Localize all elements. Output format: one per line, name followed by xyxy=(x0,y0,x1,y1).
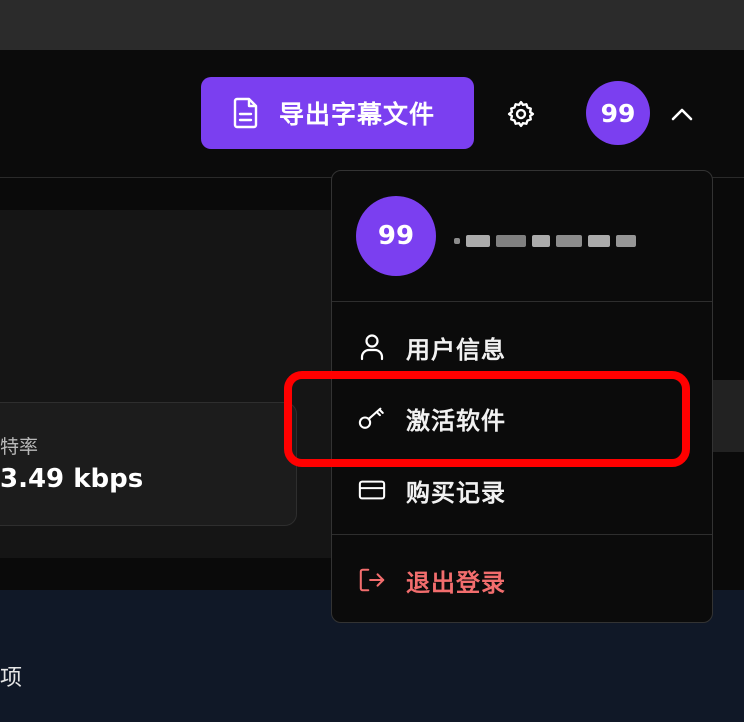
export-subtitles-label: 导出字幕文件 xyxy=(279,100,436,129)
dropdown-avatar: 99 xyxy=(356,196,436,276)
bottom-panel-text: 项 xyxy=(0,666,23,691)
credit-card-icon xyxy=(358,476,386,504)
user-dropdown-menu: 99 用户信息 激活软件 购买记录 退出登录 xyxy=(331,170,713,623)
key-icon xyxy=(358,404,386,432)
user-avatar-button[interactable]: 99 xyxy=(586,81,650,145)
user-icon xyxy=(358,333,386,361)
bitrate-label: 特率 xyxy=(0,436,39,458)
menu-item-label: 用户信息 xyxy=(406,335,506,364)
background-row-edge xyxy=(713,380,744,452)
bitrate-value: 3.49 kbps xyxy=(0,464,144,494)
export-subtitles-button[interactable]: 导出字幕文件 xyxy=(201,77,474,149)
redacted-username xyxy=(454,221,644,261)
menu-item-user-info[interactable]: 用户信息 xyxy=(332,312,712,382)
chevron-up-icon[interactable] xyxy=(670,102,694,126)
menu-item-logout[interactable]: 退出登录 xyxy=(332,545,712,615)
menu-item-label: 退出登录 xyxy=(406,568,506,597)
logout-icon xyxy=(358,566,386,594)
menu-divider xyxy=(332,534,712,535)
menu-item-label: 购买记录 xyxy=(406,478,506,507)
settings-gear-icon[interactable] xyxy=(505,98,537,130)
app-window: 导出字幕文件 99 特率 3.49 kbps 项 99 用户信息 激活软件 购买… xyxy=(0,0,744,722)
dropdown-user-header: 99 xyxy=(332,171,712,302)
document-icon xyxy=(233,97,261,129)
menu-item-activate-software[interactable]: 激活软件 xyxy=(332,383,712,453)
window-titlebar xyxy=(0,0,744,50)
menu-item-purchase-history[interactable]: 购买记录 xyxy=(332,455,712,525)
menu-item-label: 激活软件 xyxy=(406,406,506,435)
